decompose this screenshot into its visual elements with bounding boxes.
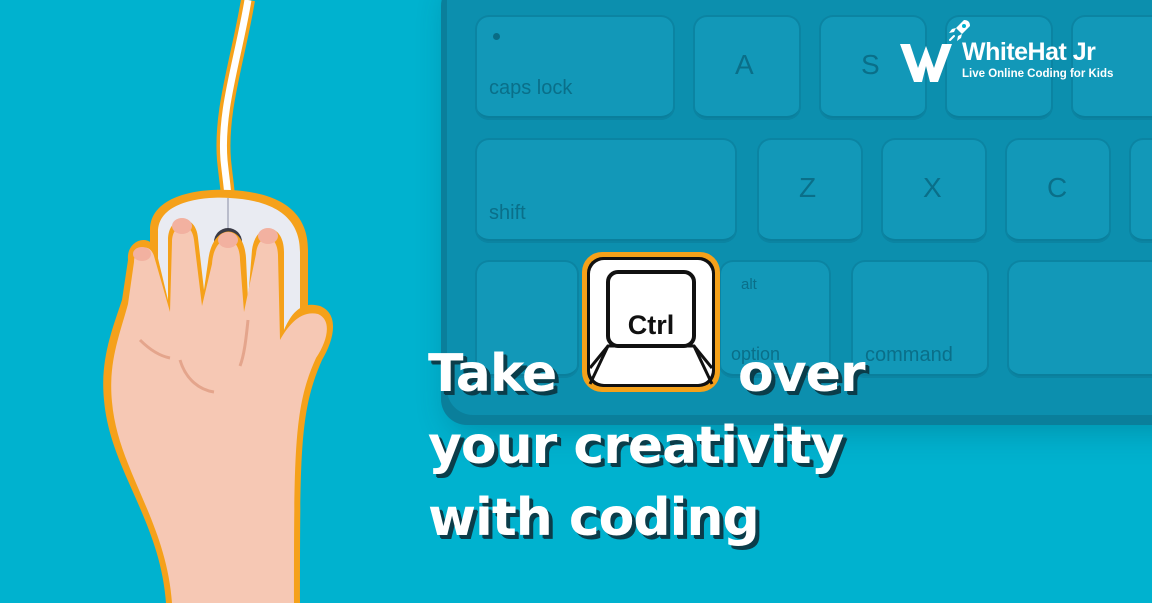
brand-name: WhiteHat Jr (962, 38, 1096, 66)
ctrl-key-label: Ctrl (627, 310, 675, 340)
key-z-label: Z (799, 172, 817, 203)
key-caps-lock-label: caps lock (489, 77, 573, 99)
key-x-label: X (923, 172, 942, 203)
key-shift-label: shift (489, 202, 526, 224)
key-c-label: C (1047, 172, 1068, 203)
key-a-label: A (735, 49, 754, 80)
key-c: C (1005, 138, 1111, 243)
headline-line2: your creativity (428, 416, 844, 476)
brand-tagline: Live Online Coding for Kids (962, 68, 1114, 80)
whitehat-jr-logo: WhiteHat Jr Live Online Coding for Kids (896, 20, 1132, 88)
ad-banner: caps lock A S shift Z X C alt option com… (0, 0, 1152, 603)
key-shift: shift (475, 138, 737, 243)
key-alt-label: alt (741, 276, 757, 293)
key-x: X (881, 138, 987, 243)
key-caps-lock: caps lock (475, 15, 675, 120)
key-space (1007, 260, 1152, 378)
key-z: Z (757, 138, 863, 243)
headline-over: over (738, 344, 866, 404)
headline-line3: with coding (428, 488, 760, 548)
caps-lock-indicator (493, 33, 500, 40)
key-s-label: S (861, 49, 880, 80)
key-v (1129, 138, 1152, 243)
hand-on-mouse-illustration (103, 0, 334, 603)
headline-take: Take (428, 344, 557, 404)
ctrl-key-graphic: Ctrl (580, 250, 722, 394)
key-command: command (851, 260, 989, 378)
key-command-label: command (865, 344, 953, 366)
key-a: A (693, 15, 801, 120)
